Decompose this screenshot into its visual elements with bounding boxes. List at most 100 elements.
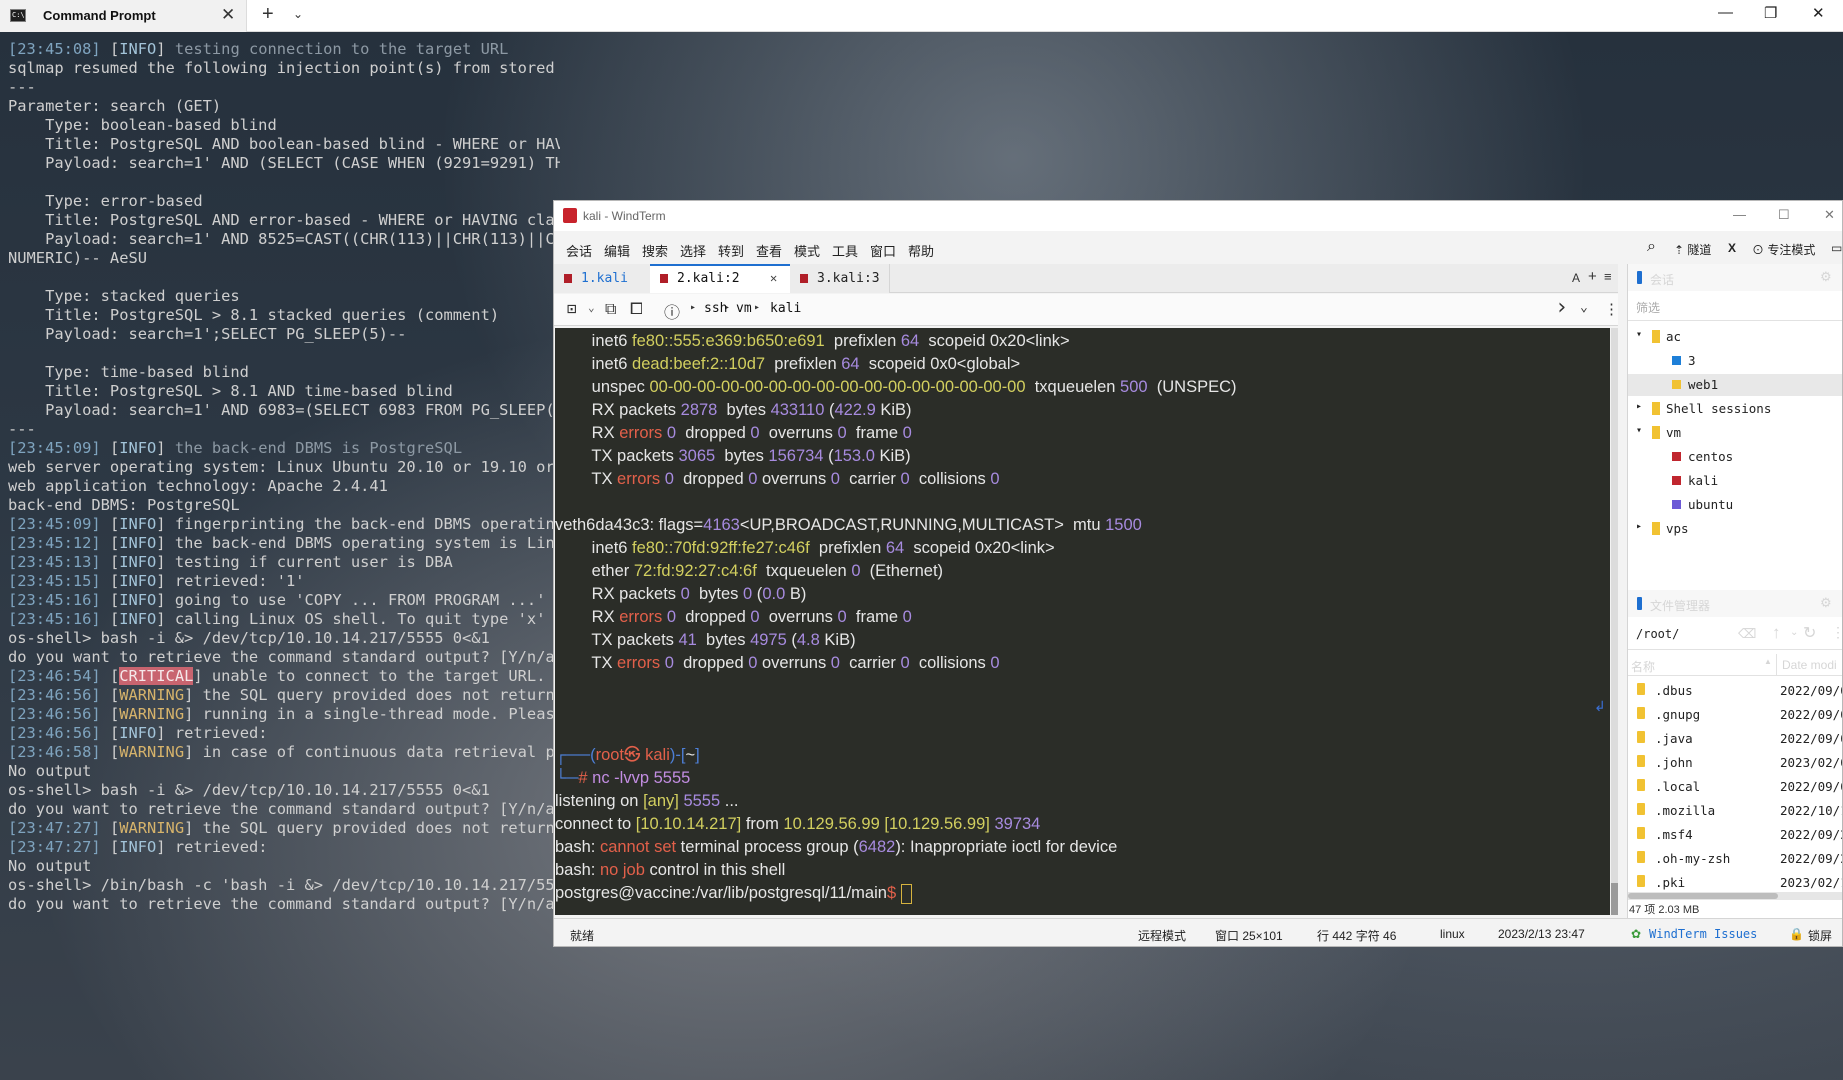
column-name[interactable]: 名称 — [1631, 658, 1655, 675]
menu-view[interactable]: 查看 — [756, 241, 782, 260]
filter-input[interactable]: 筛选 — [1636, 299, 1660, 316]
session-tree-item[interactable]: kali — [1628, 470, 1842, 492]
x-icon[interactable]: X — [1728, 241, 1736, 255]
session-tree-item[interactable]: ▾ vm — [1628, 422, 1842, 444]
session-tree-item[interactable]: centos — [1628, 446, 1842, 468]
menu-goto[interactable]: 转到 — [718, 241, 744, 260]
lock-screen-button[interactable]: 锁屏 — [1808, 927, 1832, 944]
folder-icon — [1637, 683, 1645, 695]
duplicate-session-icon[interactable]: ⧉ — [605, 299, 616, 319]
menu-search[interactable]: 搜索 — [642, 241, 668, 260]
expand-arrow-icon[interactable]: ▾ — [1636, 425, 1642, 436]
layout-icon[interactable]: ▭ — [1831, 241, 1842, 255]
file-row[interactable]: .mozilla 2022/10/1 — [1628, 798, 1842, 822]
file-row[interactable]: .dbus 2022/09/0 — [1628, 678, 1842, 702]
status-mode[interactable]: 远程模式 — [1138, 927, 1186, 944]
collapse-arrow-icon[interactable]: ▸ — [1636, 521, 1642, 532]
gear-icon[interactable]: ⚙ — [1820, 269, 1832, 285]
file-row[interactable]: .gnupg 2022/09/0 — [1628, 702, 1842, 726]
console-text: INFO — [119, 572, 157, 590]
tab-kali-2[interactable]: 2.kali:2 ✕ — [650, 264, 790, 293]
session-tree-item[interactable]: ▸ Shell sessions — [1628, 398, 1842, 420]
cmd-output[interactable]: [23:45:08] [INFO] testing connection to … — [0, 32, 560, 1080]
scrollbar-thumb[interactable] — [1611, 883, 1618, 915]
scrollbar-thumb[interactable] — [1628, 893, 1778, 899]
session-tree-item[interactable]: ubuntu — [1628, 494, 1842, 516]
forward-icon[interactable]: › — [1555, 295, 1568, 320]
file-row[interactable]: .oh-my-zsh 2022/09/2 — [1628, 846, 1842, 870]
clear-path-icon[interactable]: ⌫ — [1738, 626, 1756, 642]
menu-select[interactable]: 选择 — [680, 241, 706, 260]
tab-kali-1[interactable]: 1.kali — [554, 264, 650, 293]
expand-arrow-icon[interactable]: ▾ — [1636, 329, 1642, 340]
console-text: from — [741, 815, 784, 833]
menu-window[interactable]: 窗口 — [870, 241, 896, 260]
console-text: KiB) — [874, 447, 911, 465]
sessions-filter[interactable]: 筛选 — [1628, 291, 1842, 321]
session-tree-item[interactable]: ▾ ac — [1628, 326, 1842, 348]
column-divider[interactable] — [1776, 654, 1777, 676]
sort-asc-icon[interactable]: ▲ — [1764, 657, 1772, 666]
file-row[interactable]: .john 2023/02/0 — [1628, 750, 1842, 774]
maximize-button[interactable]: ❐ — [1764, 4, 1777, 22]
tab-dropdown-button[interactable]: ⌄ — [293, 7, 303, 21]
path-input[interactable]: /root/ — [1636, 627, 1679, 641]
wt-maximize-button[interactable]: ☐ — [1778, 207, 1790, 223]
history-dropdown-icon[interactable]: ⌄ — [1790, 627, 1798, 638]
console-text: WARNING — [119, 705, 185, 723]
search-icon[interactable]: ⌕ — [1647, 238, 1656, 256]
file-row[interactable]: .pki 2023/02/1 — [1628, 870, 1842, 894]
menu-tools[interactable]: 工具 — [832, 241, 858, 260]
console-line: [23:46:56] [INFO] retrieved: — [8, 724, 268, 743]
terminal-output[interactable]: inet6 fe80::555:e369:b650:e691 prefixlen… — [555, 328, 1610, 915]
menu-session[interactable]: 会话 — [566, 241, 592, 260]
console-text: INFO — [119, 439, 157, 457]
more-icon[interactable]: ⋮ — [1604, 300, 1619, 318]
session-tree-item[interactable]: 3 — [1628, 350, 1842, 372]
minimize-button[interactable]: — — [1718, 4, 1733, 21]
file-list-scrollbar[interactable] — [1628, 892, 1842, 900]
parent-folder-icon[interactable]: ↑ — [1772, 623, 1781, 643]
close-tab-icon[interactable]: ✕ — [221, 5, 235, 25]
session-tree-item[interactable]: web1 — [1628, 374, 1842, 396]
tab-kali-3[interactable]: 3.kali:3 — [790, 264, 890, 293]
new-session-icon[interactable]: ⊡ — [567, 299, 577, 318]
breadcrumb-ssh[interactable]: ssh — [704, 301, 727, 316]
font-size-button[interactable]: A — [1572, 271, 1580, 285]
menu-help[interactable]: 帮助 — [908, 241, 934, 260]
refresh-icon[interactable]: ↻ — [1803, 623, 1816, 643]
clone-session-icon[interactable]: ⧠ — [630, 299, 643, 319]
gear-icon[interactable]: ⚙ — [1820, 595, 1832, 611]
info-icon[interactable]: ⓘ — [664, 299, 680, 323]
console-text: 0 — [830, 470, 840, 488]
breadcrumb-kali[interactable]: kali — [770, 301, 801, 316]
collapse-arrow-icon[interactable]: ▸ — [1636, 401, 1642, 412]
add-tab-button[interactable]: + — [1588, 268, 1597, 285]
console-text: carrier — [839, 470, 901, 488]
wt-minimize-button[interactable]: — — [1733, 207, 1746, 222]
terminal-scrollbar[interactable] — [1611, 328, 1618, 915]
session-tree-item[interactable]: ▸ vps — [1628, 518, 1842, 540]
history-dropdown-icon[interactable]: ⌄ — [1580, 300, 1588, 315]
menu-mode[interactable]: 模式 — [794, 241, 820, 260]
console-text: the back-end DBMS is PostgreSQL — [174, 439, 463, 457]
tab-list-button[interactable]: ≡ — [1604, 269, 1612, 284]
new-session-dropdown-icon[interactable]: ⌄ — [588, 301, 595, 314]
column-date[interactable]: Date modi — [1782, 658, 1837, 672]
focus-mode-button[interactable]: ⊙ 专注模式 — [1752, 241, 1815, 258]
wt-close-button[interactable]: ✕ — [1824, 207, 1835, 223]
more-icon[interactable]: ⋮ — [1831, 624, 1842, 641]
close-window-button[interactable]: ✕ — [1812, 4, 1825, 22]
close-tab-icon[interactable]: ✕ — [770, 266, 777, 291]
new-tab-button[interactable]: + — [262, 3, 274, 26]
console-text: ㉿ — [624, 746, 641, 764]
issues-link[interactable]: WindTerm Issues — [1649, 927, 1757, 941]
file-row[interactable]: .java 2022/09/0 — [1628, 726, 1842, 750]
console-text: 4.8 — [796, 631, 820, 649]
file-row[interactable]: .local 2022/09/0 — [1628, 774, 1842, 798]
tunnel-button[interactable]: ⇡ 隧道 — [1674, 241, 1711, 258]
cmd-tab[interactable]: C:\ Command Prompt ✕ — [0, 0, 247, 32]
menu-edit[interactable]: 编辑 — [604, 241, 630, 260]
file-row[interactable]: .msf4 2022/09/2 — [1628, 822, 1842, 846]
breadcrumb-vm[interactable]: vm — [736, 301, 752, 316]
